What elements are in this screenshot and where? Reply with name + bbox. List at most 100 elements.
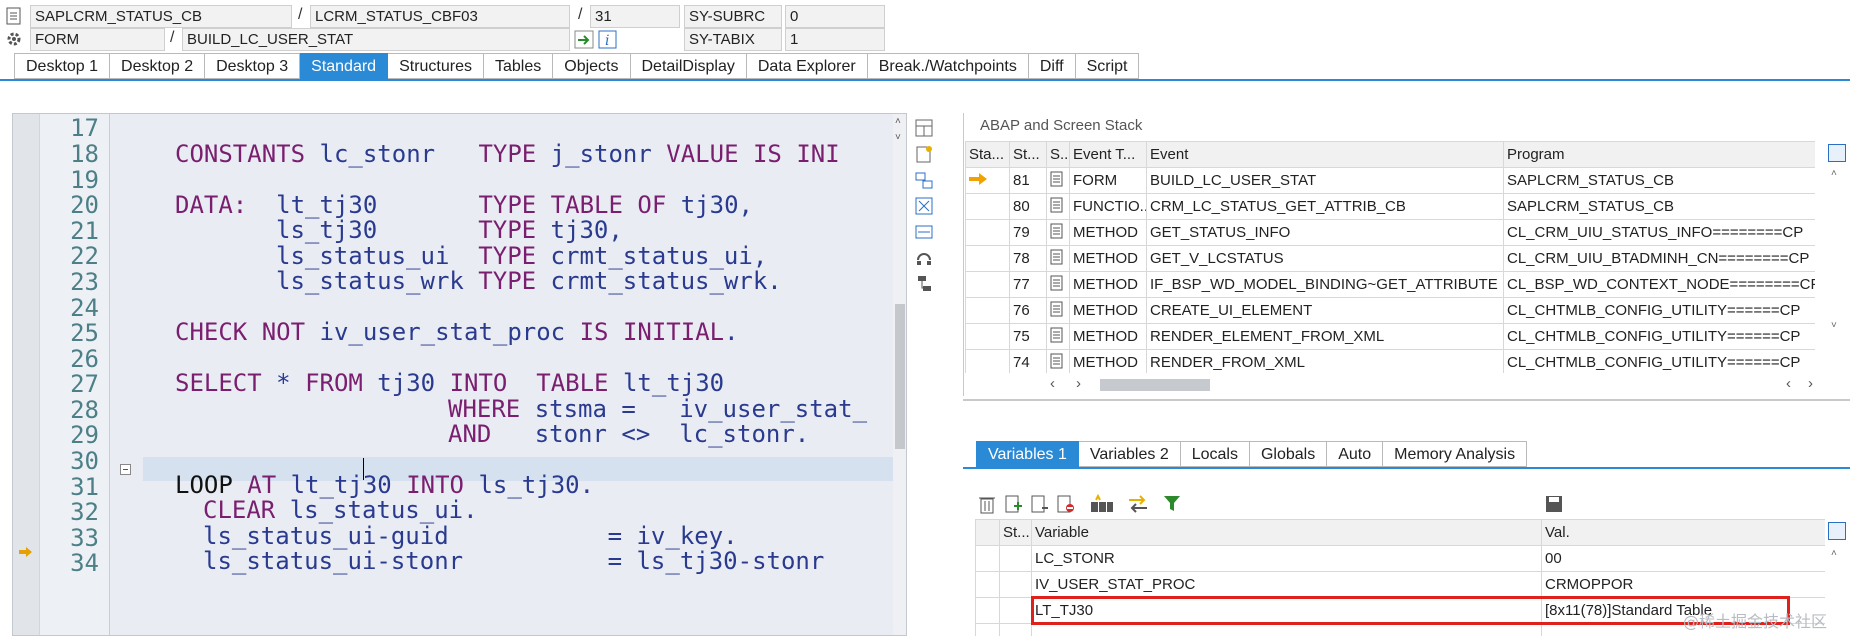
- tab-structures[interactable]: Structures: [388, 53, 484, 79]
- tab-standard[interactable]: Standard: [300, 53, 389, 79]
- scroll-right-icon[interactable]: ›: [1076, 375, 1081, 392]
- tab-locals[interactable]: Locals: [1180, 441, 1250, 467]
- event-type: METHOD: [1069, 323, 1147, 350]
- line-field: 31: [590, 5, 680, 28]
- table-row[interactable]: 79 METHOD GET_STATUS_INFO CL_CRM_UIU_STA…: [965, 219, 1815, 246]
- table-row[interactable]: IV_USER_STAT_PROC CRMOPPOR: [975, 571, 1825, 598]
- variable-value[interactable]: CRMOPPOR: [1541, 571, 1825, 598]
- refresh-icon[interactable]: [914, 248, 936, 270]
- table-row[interactable]: 76 METHOD CREATE_UI_ELEMENT CL_CHTMLB_CO…: [965, 297, 1815, 324]
- scroll-thumb[interactable]: [1100, 379, 1210, 391]
- scroll-up-icon[interactable]: ˄: [1831, 168, 1837, 179]
- scroll-down-icon[interactable]: ˅: [1831, 320, 1837, 331]
- column-header[interactable]: Val.: [1541, 519, 1825, 546]
- filter-icon[interactable]: [1162, 494, 1184, 518]
- stack-level: 79: [1009, 219, 1047, 246]
- tab-desktop-2[interactable]: Desktop 2: [110, 53, 206, 79]
- variable-name[interactable]: LC_STONR: [1031, 545, 1542, 572]
- column-header[interactable]: S..: [1046, 141, 1070, 168]
- code-text: tj30: [362, 369, 450, 397]
- separator: /: [298, 6, 303, 23]
- tab-auto[interactable]: Auto: [1327, 441, 1384, 467]
- columns-icon[interactable]: [1090, 493, 1114, 518]
- stack-level: 75: [1009, 323, 1047, 350]
- code-text: ls_status_ui-guid = iv_key.: [203, 522, 738, 550]
- scroll-right-icon[interactable]: ›: [1808, 375, 1813, 392]
- tab-script[interactable]: Script: [1075, 53, 1140, 79]
- insert-below-icon[interactable]: [1030, 494, 1050, 518]
- table-row[interactable]: 77 METHOD IF_BSP_WD_MODEL_BINDING~GET_AT…: [965, 271, 1815, 298]
- swap-icon[interactable]: [914, 170, 936, 192]
- code-text: lc_stonr: [305, 140, 479, 168]
- code-text: crmt_status_ui,: [536, 242, 768, 270]
- scroll-left-icon[interactable]: ‹: [1786, 375, 1791, 392]
- variable-name[interactable]: IV_USER_STAT_PROC: [1031, 571, 1542, 598]
- info-icon[interactable]: i: [598, 30, 617, 49]
- variable-value[interactable]: 00: [1541, 545, 1825, 572]
- keyword: CLEAR: [203, 496, 276, 524]
- scroll-up-icon[interactable]: ˄: [1831, 548, 1837, 559]
- tab-variables-2[interactable]: Variables 2: [1078, 441, 1181, 467]
- program-type-icon: [1046, 167, 1070, 194]
- column-header[interactable]: Event T...: [1069, 141, 1147, 168]
- table-row[interactable]: 81 FORM BUILD_LC_USER_STAT SAPLCRM_STATU…: [965, 167, 1815, 194]
- event-name: GET_V_LCSTATUS: [1146, 245, 1504, 272]
- delete-icon[interactable]: [978, 494, 996, 518]
- column-header[interactable]: Program: [1503, 141, 1815, 168]
- program-type-icon: [1046, 297, 1070, 324]
- tab-watchpoints[interactable]: Break./Watchpoints: [867, 53, 1029, 79]
- program-name: CL_CRM_UIU_BTADMINH_CN========CP: [1503, 245, 1815, 272]
- scroll-down-icon[interactable]: ˅: [895, 132, 901, 143]
- table-settings-icon[interactable]: [1828, 522, 1846, 540]
- layout-icon[interactable]: [914, 118, 936, 140]
- event-name: CREATE_UI_ELEMENT: [1146, 297, 1504, 324]
- table-row[interactable]: 80 FUNCTIO... CRM_LC_STATUS_GET_ATTRIB_C…: [965, 193, 1815, 220]
- event-type: FUNCTIO...: [1069, 193, 1147, 220]
- keyword: WHERE: [448, 395, 521, 423]
- tab-globals[interactable]: Globals: [1249, 441, 1328, 467]
- save-icon[interactable]: [1544, 494, 1564, 518]
- tab-objects[interactable]: Objects: [553, 53, 631, 79]
- tab-detaildisplay[interactable]: DetailDisplay: [630, 53, 747, 79]
- column-header[interactable]: Event: [1146, 141, 1504, 168]
- code-line-21: ls_tj30 TYPE tj30,: [276, 216, 623, 244]
- new-page-icon[interactable]: [914, 144, 936, 166]
- tab-diff[interactable]: Diff: [1028, 53, 1076, 79]
- variables-toolbar: [978, 493, 1562, 518]
- tab-data-explorer[interactable]: Data Explorer: [746, 53, 868, 79]
- table-row[interactable]: 74 METHOD RENDER_FROM_XML CL_CHTMLB_CONF…: [965, 349, 1815, 373]
- table-row[interactable]: 75 METHOD RENDER_ELEMENT_FROM_XML CL_CHT…: [965, 323, 1815, 350]
- swap-columns-icon[interactable]: [1126, 494, 1150, 518]
- tab-memory-analysis[interactable]: Memory Analysis: [1383, 441, 1528, 467]
- column-header[interactable]: Variable: [1031, 519, 1542, 546]
- insert-row-icon[interactable]: [1004, 494, 1024, 518]
- expand-width-icon[interactable]: [914, 222, 936, 244]
- column-header[interactable]: Sta...: [965, 141, 1010, 168]
- hierarchy-icon[interactable]: [914, 274, 936, 296]
- keyword: FROM: [305, 369, 363, 397]
- delete-row-icon[interactable]: [1056, 494, 1076, 518]
- program-name: CL_CHTMLB_CONFIG_UTILITY======CP: [1503, 323, 1815, 350]
- scroll-left-icon[interactable]: ‹: [1050, 375, 1055, 392]
- scroll-up-icon[interactable]: ˄: [895, 116, 901, 127]
- table-row[interactable]: LC_STONR 00: [975, 545, 1825, 572]
- column-header[interactable]: St...: [999, 519, 1032, 546]
- tab-desktop-3[interactable]: Desktop 3: [205, 53, 301, 79]
- code-text: lt_tj30: [276, 471, 407, 499]
- column-header[interactable]: St...: [1009, 141, 1047, 168]
- text-cursor: [363, 458, 364, 480]
- editor-scrollbar[interactable]: ˄ ˅: [893, 114, 906, 635]
- panel-splitter[interactable]: [963, 399, 1850, 401]
- tab-desktop-1[interactable]: Desktop 1: [14, 53, 111, 79]
- table-settings-icon[interactable]: [1828, 144, 1846, 162]
- keyword: TYPE: [478, 267, 537, 295]
- stack-hscroll[interactable]: ‹ › ‹ ›: [1050, 375, 1820, 393]
- table-row[interactable]: 78 METHOD GET_V_LCSTATUS CL_CRM_UIU_BTAD…: [965, 245, 1815, 272]
- table-header-row: Sta... St... S.. Event T... Event Progra…: [965, 141, 1815, 168]
- tab-tables[interactable]: Tables: [484, 53, 554, 79]
- scroll-thumb[interactable]: [895, 304, 905, 449]
- fullscreen-icon[interactable]: [914, 196, 936, 218]
- tab-variables-1[interactable]: Variables 1: [976, 441, 1079, 467]
- source-editor[interactable]: 17 18 19 20 21 22 23 24 25 26 27 28 29 3…: [12, 113, 907, 636]
- navigate-icon[interactable]: [574, 30, 594, 49]
